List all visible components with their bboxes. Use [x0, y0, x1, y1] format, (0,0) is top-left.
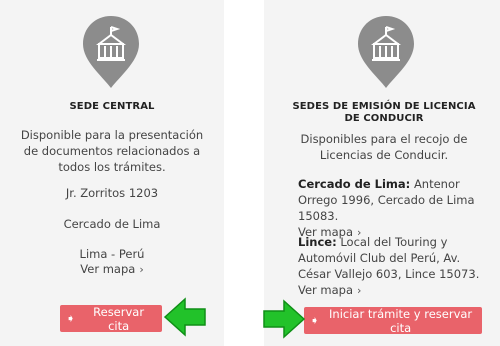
map-link-label[interactable]: Ver mapa — [298, 283, 353, 297]
location-cercado: Cercado de Lima: Antenor Orrego 1996, Ce… — [298, 176, 480, 241]
city-line: Lima - Perú — [79, 247, 145, 261]
arrow-right-icon — [263, 299, 306, 339]
map-link[interactable]: Ver mapa › — [0, 261, 224, 278]
card-title: SEDES DE EMISIÓN DE LICENCIA DE CONDUCIR — [292, 101, 476, 124]
map-link-label[interactable]: Ver mapa — [80, 262, 135, 276]
card-description: Disponible para la presentación de docum… — [20, 128, 204, 174]
location-name: Lince: — [298, 235, 337, 249]
district-line: Cercado de Lima — [63, 217, 161, 231]
reservar-cita-button[interactable]: ➧ Reservar cita — [60, 304, 162, 333]
sedes-licencia-card: SEDES DE EMISIÓN DE LICENCIA DE CONDUCIR… — [264, 0, 500, 346]
sede-central-card: SEDE CENTRAL Disponible para la presenta… — [0, 0, 224, 346]
building-pin-icon — [358, 16, 414, 88]
arrow-left-icon — [163, 297, 206, 337]
card-description: Disponibles para el recojo de Licencias … — [300, 132, 468, 162]
iniciar-tramite-button[interactable]: ➧ Iniciar trámite y reservar cita — [304, 306, 482, 335]
button-label: Reservar cita — [93, 304, 145, 333]
sign-in-icon: ➧ — [66, 312, 76, 325]
chevron-right-icon: › — [357, 284, 362, 297]
chevron-right-icon: › — [139, 263, 144, 276]
address-line: Jr. Zorritos 1203 — [65, 186, 159, 200]
building-pin-icon — [83, 16, 139, 88]
location-lince: Lince: Local del Touring y Automóvil Clu… — [298, 234, 480, 299]
button-label: Iniciar trámite y reservar cita — [329, 306, 473, 335]
location-name: Cercado de Lima: — [298, 177, 411, 191]
sign-in-icon: ➧ — [310, 314, 320, 327]
card-title: SEDE CENTRAL — [69, 101, 155, 112]
